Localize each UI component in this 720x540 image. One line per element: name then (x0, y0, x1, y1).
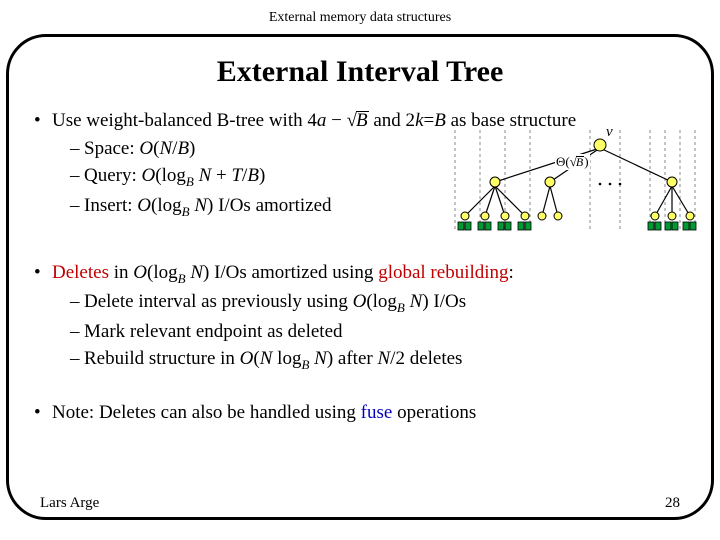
m: O(logB N + T/B) (142, 165, 266, 186)
bullet-deletes: Deletes in O(logB N) I/Os amortized usin… (34, 260, 686, 374)
t: Delete interval as previously using (84, 291, 353, 312)
m: N (194, 195, 207, 216)
m: and 2 (369, 110, 415, 131)
m: O (137, 195, 151, 216)
m: 4 (307, 110, 317, 131)
m: B (397, 300, 405, 315)
m: (log (366, 291, 397, 312)
t: : (509, 262, 514, 283)
m: O (133, 262, 147, 283)
b1-tail: as base structure (446, 110, 576, 131)
m: a (317, 110, 327, 131)
m: O (240, 348, 254, 369)
m: O(N logB N) (240, 348, 338, 369)
m: Θ (556, 154, 565, 169)
m: N (159, 138, 172, 159)
tree-svg (450, 130, 700, 240)
t: I/Os amortized using (214, 262, 378, 283)
t: I/Os (433, 291, 466, 312)
m: B (356, 111, 369, 129)
t: /2 (390, 348, 405, 369)
m: log (272, 348, 301, 369)
m: O(logB N) (353, 291, 434, 312)
m: ) (327, 348, 338, 369)
b2-mark: Mark relevant endpoint as deleted (70, 319, 686, 345)
m: ) (189, 138, 195, 159)
t: I/Os amortized (218, 195, 331, 216)
m: O(N/B) (139, 138, 195, 159)
m: (log (151, 195, 182, 216)
t: Insert: (84, 195, 137, 216)
t: Rebuild structure in (84, 348, 240, 369)
m: O(logB N) (137, 195, 218, 216)
m: ) (422, 291, 433, 312)
m: N (377, 348, 390, 369)
t: Space: (84, 138, 139, 159)
m: N (260, 348, 273, 369)
t: global rebuilding (378, 262, 508, 283)
slide-root: External memory data structures External… (0, 0, 720, 540)
m: ) (259, 165, 265, 186)
footer-author: Lars Arge (40, 495, 99, 512)
m: N (314, 348, 327, 369)
t: in (109, 262, 133, 283)
slide-title: External Interval Tree (0, 55, 720, 89)
m: B (434, 110, 446, 131)
b1-lead: Use weight-balanced B-tree with (52, 110, 307, 131)
m: B (247, 165, 259, 186)
m: ) (584, 154, 588, 169)
m: B (178, 271, 186, 286)
t: fuse (361, 402, 393, 423)
m: N (190, 262, 203, 283)
m: O (142, 165, 156, 186)
tree-theta-label: Θ(√B) (555, 154, 590, 170)
b1-math: 4a − √B and 2k=B (307, 110, 445, 131)
b2-del-interval: Delete interval as previously using O(lo… (70, 289, 686, 316)
t: deletes (405, 348, 463, 369)
m: (log (155, 165, 186, 186)
t: Note: Deletes can also be handled using (52, 402, 361, 423)
b2-rebuild: Rebuild structure in O(N logB N) after N… (70, 346, 686, 373)
m: N (410, 291, 423, 312)
m: = (424, 110, 435, 131)
m: O (139, 138, 153, 159)
m: (log (147, 262, 178, 283)
m: N (199, 165, 212, 186)
m: O(logB N) (133, 262, 214, 283)
t: operations (392, 402, 476, 423)
m: k (415, 110, 423, 131)
t: after (338, 348, 378, 369)
t: Deletes (52, 262, 109, 283)
slide-header: External memory data structures (0, 10, 720, 26)
tree-diagram: v Θ(√B) (450, 130, 700, 240)
m: ) (203, 262, 214, 283)
t: Mark relevant endpoint as deleted (84, 321, 343, 342)
m: + (211, 165, 231, 186)
m: T (231, 165, 242, 186)
tree-v-label: v (606, 124, 613, 141)
m: ) (207, 195, 218, 216)
m: B (182, 203, 190, 218)
m: B (576, 156, 584, 168)
t: Query: (84, 165, 142, 186)
footer-page-number: 28 (665, 495, 680, 512)
m: O (353, 291, 367, 312)
m: − (326, 110, 346, 131)
m: B (177, 138, 189, 159)
bullet-note-fuse: Note: Deletes can also be handled using … (34, 400, 686, 426)
m: B (186, 174, 194, 189)
